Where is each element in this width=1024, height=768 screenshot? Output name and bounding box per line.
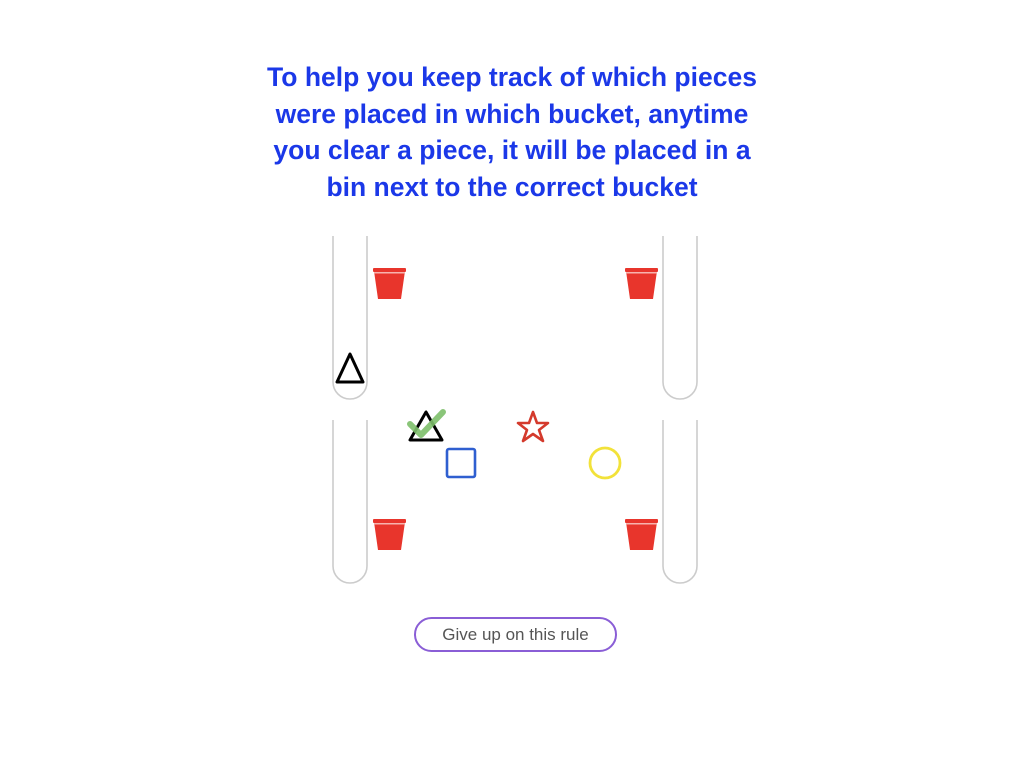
- bin-top-right: [662, 236, 698, 400]
- triangle-piece[interactable]: [407, 409, 446, 442]
- bucket-bottom-right[interactable]: [625, 519, 658, 550]
- bucket-top-left[interactable]: [373, 268, 406, 299]
- game-board: [332, 236, 698, 584]
- bucket-top-right[interactable]: [625, 268, 658, 299]
- bucket-bottom-left[interactable]: [373, 519, 406, 550]
- cleared-triangle-piece: [335, 352, 365, 384]
- bin-top-left: [332, 236, 368, 400]
- star-piece[interactable]: [516, 410, 550, 443]
- bin-bottom-right: [662, 420, 698, 584]
- bin-bottom-left: [332, 420, 368, 584]
- square-piece[interactable]: [445, 447, 477, 479]
- game-screen: To help you keep track of which pieces w…: [0, 0, 1024, 768]
- give-up-button[interactable]: Give up on this rule: [414, 617, 617, 652]
- circle-piece[interactable]: [588, 446, 622, 480]
